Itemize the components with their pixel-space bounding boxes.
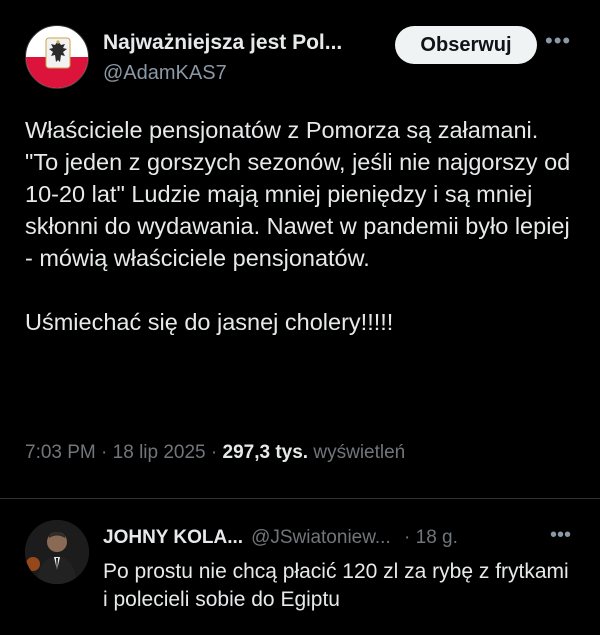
meta-separator: ·	[95, 442, 113, 463]
post-text: Właściciele pensjonatów z Pomorza są zał…	[25, 117, 571, 335]
reply-time[interactable]: · 18 g.	[404, 527, 458, 548]
reply-text: Po prostu nie chcą płacić 120 zl za rybę…	[103, 560, 569, 611]
post-time[interactable]: 7:03 PM	[25, 442, 96, 463]
views-label: wyświetleń	[313, 442, 406, 463]
more-options-icon[interactable]: •••	[545, 28, 571, 54]
reply-author-name[interactable]: JOHNY KOLA...	[103, 527, 243, 548]
reply-header: JOHNY KOLA... @JSwiatoniew... · 18 g.	[103, 526, 458, 550]
author-name[interactable]: Najważniejsza jest Pol...	[103, 30, 393, 56]
person-silhouette-icon	[25, 520, 89, 584]
author-handle[interactable]: @AdamKAS7	[103, 60, 393, 86]
views-count: 297,3 tys.	[222, 442, 309, 463]
author-info: Najważniejsza jest Pol... @AdamKAS7	[103, 30, 393, 86]
meta-separator: ·	[205, 442, 223, 463]
follow-button[interactable]: Obserwuj	[395, 26, 537, 64]
reply-more-options-icon[interactable]: •••	[550, 524, 571, 547]
reply-item[interactable]: JOHNY KOLA... @JSwiatoniew... · 18 g. •••…	[25, 520, 585, 630]
author-avatar[interactable]	[25, 25, 89, 89]
eagle-emblem-icon	[45, 37, 71, 69]
post-meta: 7:03 PM · 18 lip 2025 · 297,3 tys. wyświ…	[25, 442, 405, 464]
divider	[0, 498, 600, 499]
post-date[interactable]: 18 lip 2025	[113, 442, 206, 463]
reply-avatar[interactable]	[25, 520, 89, 584]
post-header: Najważniejsza jest Pol... @AdamKAS7 Obse…	[25, 22, 580, 92]
reply-author-handle[interactable]: @JSwiatoniew...	[251, 527, 391, 548]
